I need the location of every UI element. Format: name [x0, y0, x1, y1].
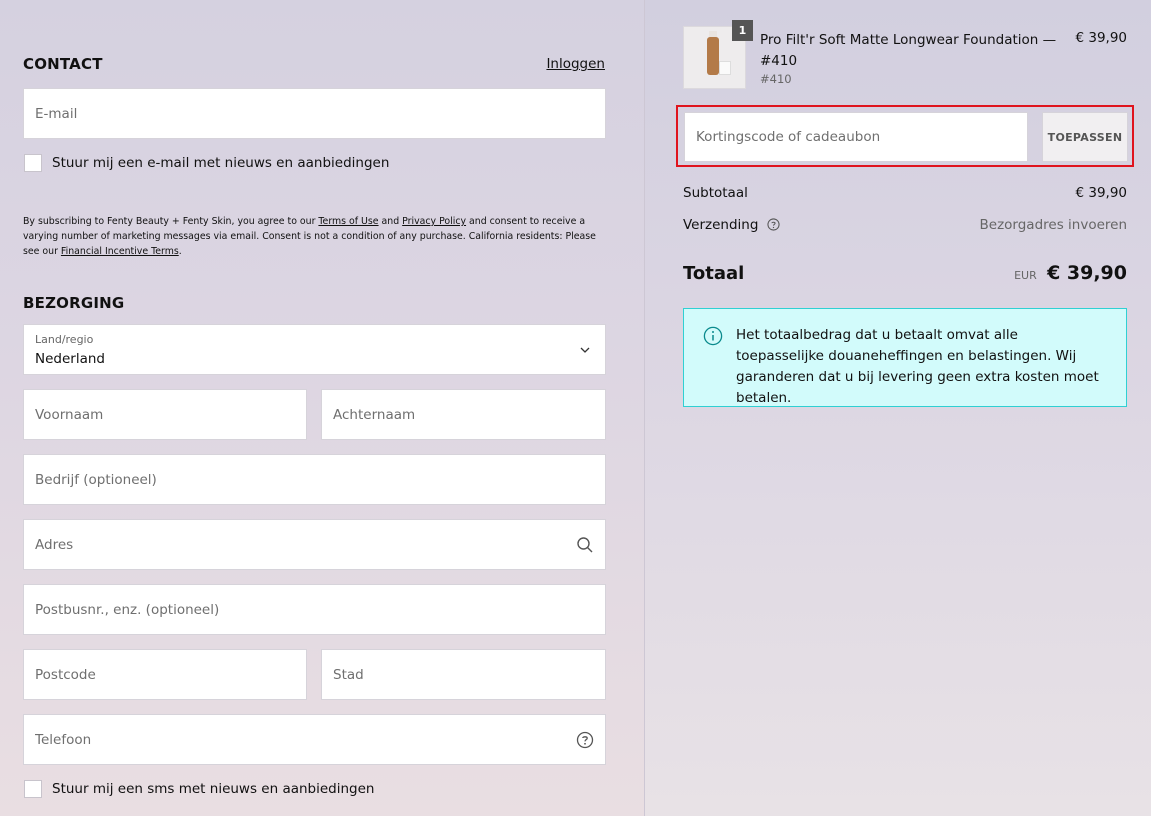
shipping-help-icon[interactable] [767, 218, 780, 231]
shipping-row: Verzending Bezorgadres invoeren [683, 217, 1127, 233]
help-icon[interactable] [576, 731, 594, 749]
address2-input[interactable] [24, 585, 605, 634]
phone-field[interactable] [23, 714, 606, 765]
apply-discount-button[interactable]: TOEPASSEN [1042, 112, 1128, 162]
city-field[interactable] [321, 649, 606, 700]
last-name-input[interactable] [322, 390, 605, 439]
checkout-form: CONTACT Inloggen Stuur mij een e-mail me… [0, 0, 645, 816]
total-currency: EUR [1014, 269, 1037, 282]
discount-section: TOEPASSEN [676, 105, 1134, 167]
product-price: € 39,90 [1075, 30, 1127, 46]
first-name-input[interactable] [24, 390, 306, 439]
product-variant: #410 [760, 72, 792, 86]
city-input[interactable] [322, 650, 605, 699]
terms-of-use-link[interactable]: Terms of Use [318, 216, 378, 227]
product-bottle [707, 37, 719, 75]
legal-text-part: and [378, 216, 403, 227]
total-label: Totaal [683, 262, 745, 284]
last-name-field[interactable] [321, 389, 606, 440]
newsletter-label: Stuur mij een e-mail met nieuws en aanbi… [52, 155, 390, 171]
legal-text-part: By subscribing to Fenty Beauty + Fenty S… [23, 216, 319, 227]
search-icon [577, 537, 593, 553]
phone-input[interactable] [24, 715, 605, 764]
sms-checkbox-row[interactable]: Stuur mij een sms met nieuws en aanbiedi… [24, 780, 375, 798]
shipping-value: Bezorgadres invoeren [979, 217, 1128, 233]
chevron-down-icon [580, 347, 590, 353]
sms-label: Stuur mij een sms met nieuws en aanbiedi… [52, 781, 375, 797]
privacy-policy-link[interactable]: Privacy Policy [402, 216, 466, 227]
shipping-label: Verzending [683, 217, 759, 233]
duties-notice: Het totaalbedrag dat u betaalt omvat all… [683, 308, 1127, 407]
delivery-heading: BEZORGING [23, 294, 125, 312]
company-input[interactable] [24, 455, 605, 504]
newsletter-checkbox[interactable] [24, 154, 42, 172]
product-box [719, 61, 731, 75]
total-row: Totaal EUR € 39,90 [683, 262, 1127, 284]
sms-checkbox[interactable] [24, 780, 42, 798]
info-icon [703, 326, 723, 346]
email-field[interactable] [23, 88, 606, 139]
quantity-badge: 1 [732, 20, 753, 41]
legal-text: By subscribing to Fenty Beauty + Fenty S… [23, 214, 608, 259]
email-input[interactable] [24, 89, 605, 138]
subtotal-value: € 39,90 [1075, 185, 1127, 201]
total-value: € 39,90 [1047, 262, 1127, 284]
country-label: Land/regio [35, 333, 94, 346]
legal-text-part: . [178, 246, 182, 257]
subtotal-label: Subtotaal [683, 185, 748, 201]
postcode-input[interactable] [24, 650, 306, 699]
contact-heading: CONTACT [23, 55, 103, 73]
address2-field[interactable] [23, 584, 606, 635]
total-amount: EUR € 39,90 [1014, 262, 1127, 284]
postcode-field[interactable] [23, 649, 307, 700]
discount-input[interactable] [685, 113, 1027, 161]
login-link[interactable]: Inloggen [546, 56, 605, 72]
subtotal-row: Subtotaal € 39,90 [683, 185, 1127, 201]
newsletter-checkbox-row[interactable]: Stuur mij een e-mail met nieuws en aanbi… [24, 154, 389, 172]
shipping-label-wrap: Verzending [683, 217, 780, 233]
discount-field[interactable] [684, 112, 1028, 162]
country-value: Nederland [35, 351, 105, 367]
company-field[interactable] [23, 454, 606, 505]
notice-text: Het totaalbedrag dat u betaalt omvat all… [736, 327, 1099, 406]
order-summary: 1 Pro Filt'r Soft Matte Longwear Foundat… [645, 0, 1151, 816]
address-input[interactable] [24, 520, 605, 569]
product-name: Pro Filt'r Soft Matte Longwear Foundatio… [760, 32, 1057, 69]
country-select[interactable]: Land/regio Nederland [23, 324, 606, 375]
address-field[interactable] [23, 519, 606, 570]
first-name-field[interactable] [23, 389, 307, 440]
financial-incentive-link[interactable]: Financial Incentive Terms [61, 246, 179, 257]
